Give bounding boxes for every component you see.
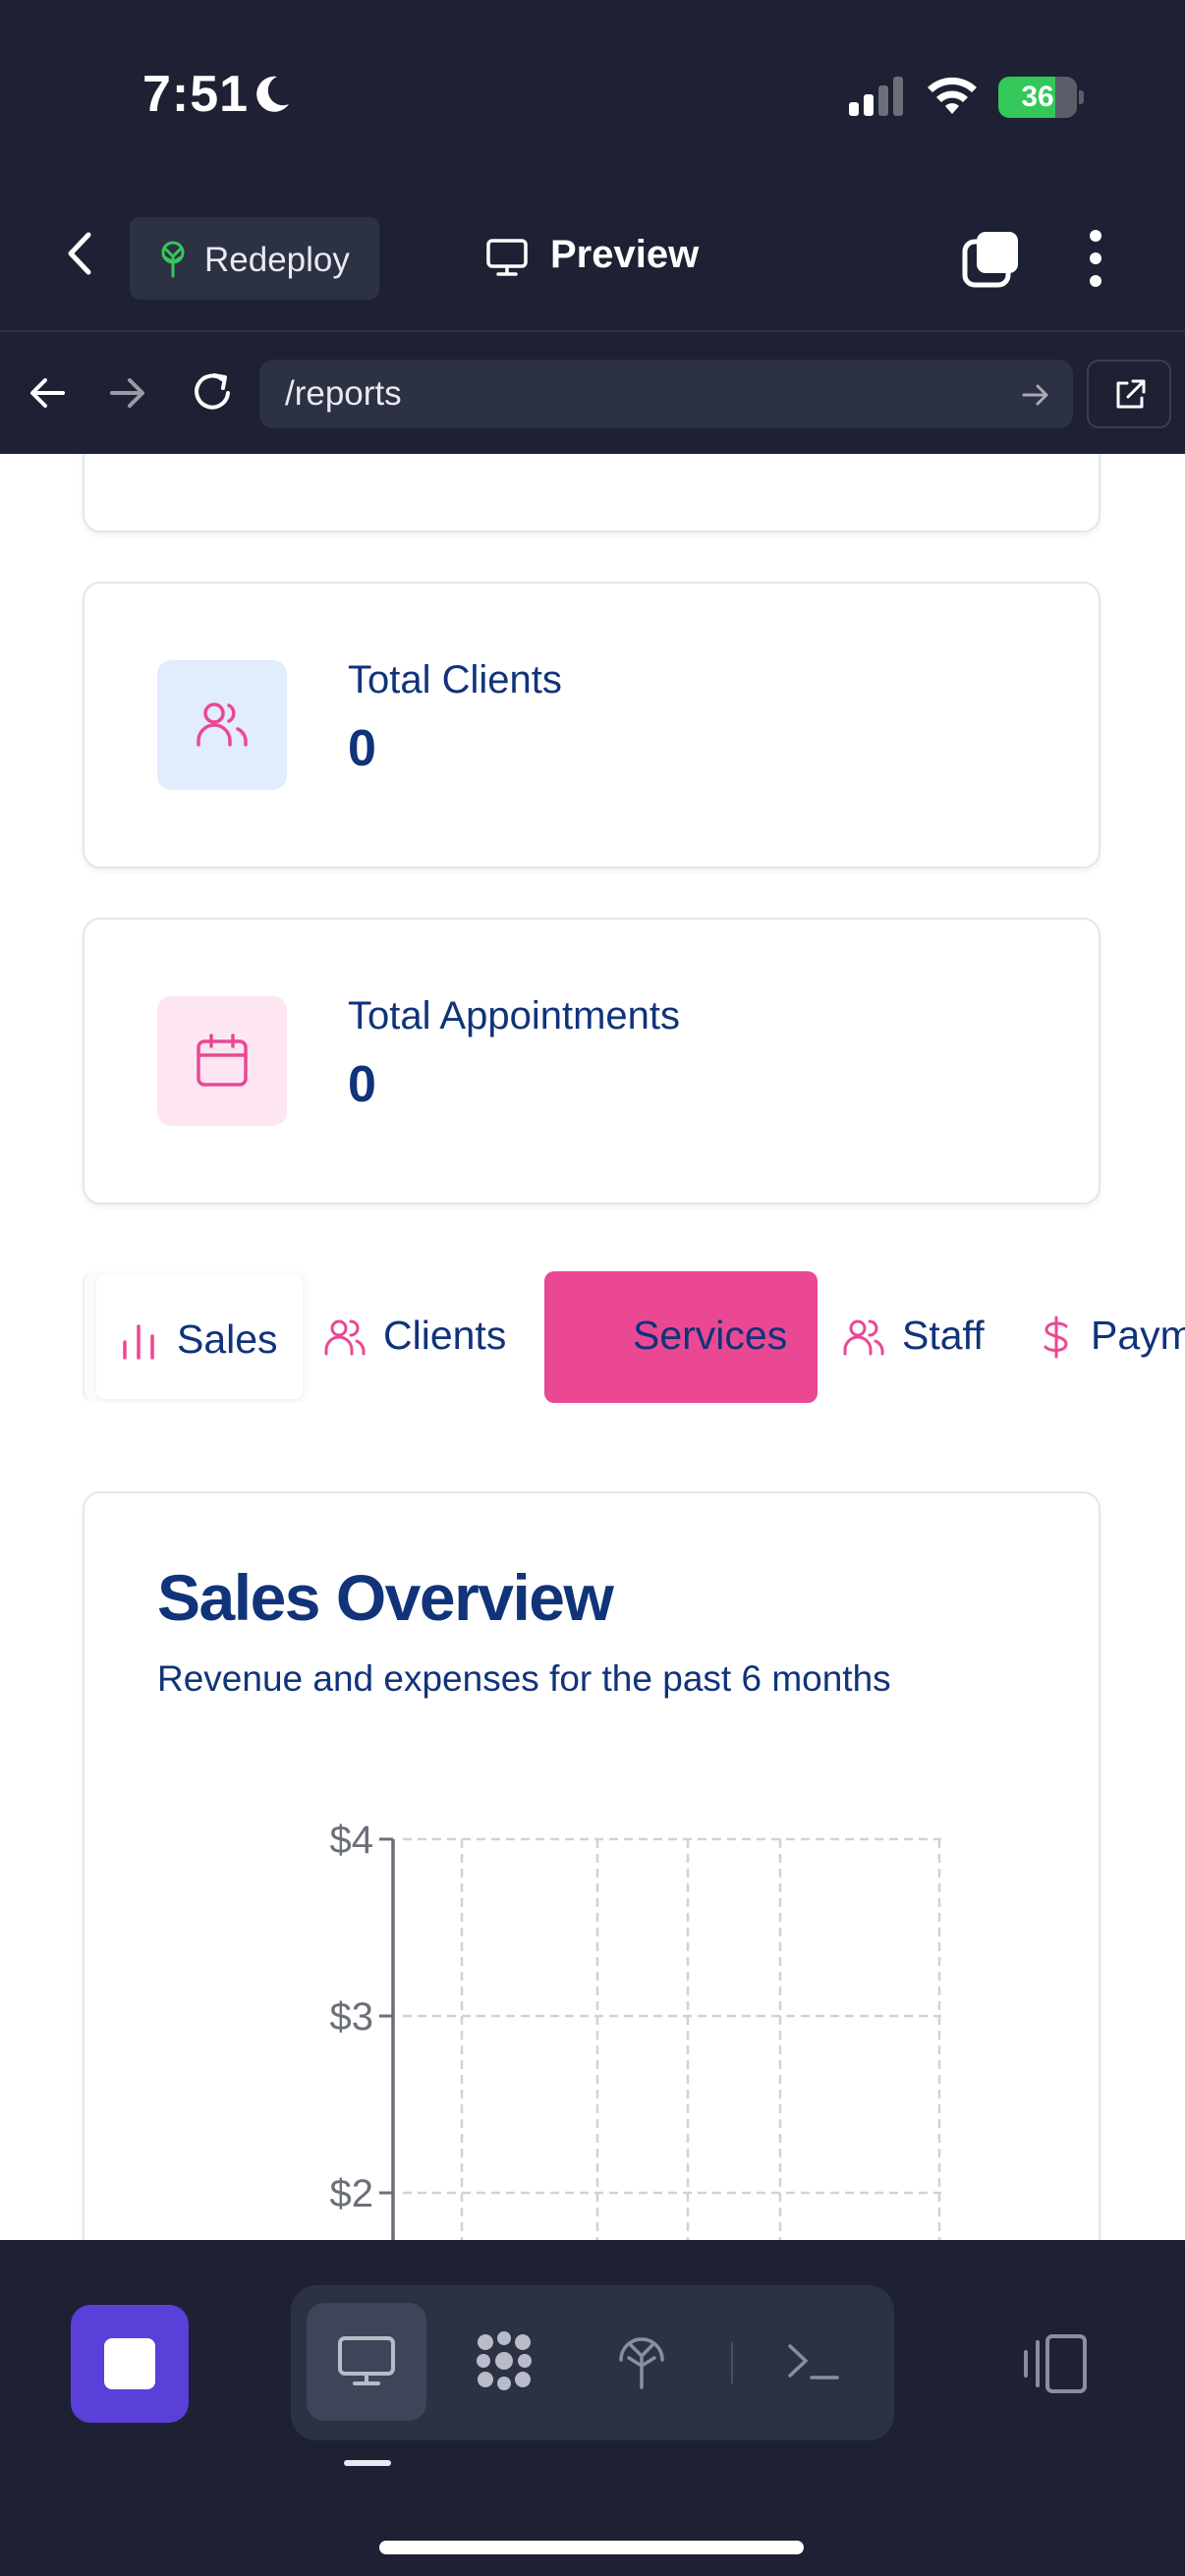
home-indicator bbox=[379, 2541, 804, 2554]
y-tick-label: $4 bbox=[330, 1819, 374, 1862]
status-bar: 7:51 36 bbox=[0, 0, 1185, 187]
dock-deploy-button[interactable] bbox=[582, 2303, 702, 2421]
status-time: 7:51 bbox=[142, 66, 250, 123]
tab-label: Services bbox=[633, 1313, 788, 1358]
dock-grid-button[interactable] bbox=[444, 2303, 564, 2421]
stat-card-partial bbox=[83, 454, 1100, 532]
report-tabs: Sales Clients Services Staff Paym bbox=[83, 1271, 1185, 1403]
preview-button[interactable]: Preview bbox=[481, 214, 727, 299]
tab-label: Payments bbox=[1091, 1313, 1185, 1358]
tabs-icon[interactable] bbox=[961, 228, 1022, 289]
stat-label: Total Clients bbox=[348, 658, 562, 701]
dollar-icon bbox=[1044, 1316, 1068, 1359]
users-icon bbox=[197, 702, 248, 747]
calendar-icon bbox=[197, 1034, 248, 1087]
sales-chart: $4 $3 $2 bbox=[330, 1819, 941, 2240]
battery-indicator: 36 bbox=[998, 77, 1084, 118]
tab-label: Sales bbox=[177, 1316, 278, 1362]
dock-desktop-button[interactable] bbox=[307, 2303, 426, 2421]
open-external-button[interactable] bbox=[1087, 360, 1171, 428]
stat-card-clients: Total Clients 0 bbox=[83, 582, 1100, 868]
stat-icon-box bbox=[157, 996, 287, 1126]
stop-icon bbox=[104, 2338, 155, 2389]
users-icon bbox=[843, 1319, 884, 1356]
bottom-dock bbox=[0, 2240, 1185, 2576]
url-path: /reports bbox=[285, 374, 402, 413]
deploy-icon bbox=[619, 2337, 664, 2389]
external-link-icon bbox=[1116, 379, 1146, 409]
tab-label: Staff bbox=[902, 1313, 985, 1358]
deploy-tree-icon bbox=[161, 241, 185, 278]
dock-divider bbox=[731, 2342, 733, 2383]
back-chevron-icon[interactable] bbox=[61, 229, 100, 278]
stop-button[interactable] bbox=[71, 2305, 189, 2423]
panel-layout-icon[interactable] bbox=[1018, 2332, 1089, 2395]
wifi-icon bbox=[928, 77, 977, 114]
tab-staff[interactable]: Staff bbox=[837, 1271, 1014, 1403]
sales-overview-card: Sales Overview Revenue and expenses for … bbox=[83, 1491, 1100, 2240]
tab-services[interactable]: Services bbox=[544, 1271, 818, 1403]
dock-terminal-button[interactable] bbox=[753, 2303, 873, 2421]
stat-card-appointments: Total Appointments 0 bbox=[83, 918, 1100, 1204]
stat-value: 0 bbox=[348, 1056, 376, 1113]
battery-level: 36 bbox=[1021, 81, 1054, 113]
active-indicator bbox=[344, 2460, 391, 2466]
moon-icon bbox=[256, 76, 289, 112]
stat-icon-box bbox=[157, 660, 287, 790]
y-tick-label: $3 bbox=[330, 1995, 374, 2039]
grid-icon bbox=[477, 2331, 532, 2390]
desktop-icon bbox=[338, 2336, 395, 2385]
cellular-signal-icon bbox=[849, 77, 903, 116]
dock-toolbar bbox=[291, 2285, 894, 2440]
terminal-icon bbox=[788, 2344, 839, 2380]
monitor-icon bbox=[486, 239, 528, 276]
stat-value: 0 bbox=[348, 720, 376, 777]
arrow-left-icon[interactable] bbox=[26, 371, 69, 415]
reports-page: Total Clients 0 Total Appointments 0 Sal… bbox=[0, 454, 1185, 2240]
arrow-right-icon[interactable] bbox=[106, 371, 149, 415]
reload-icon[interactable] bbox=[189, 367, 236, 417]
more-vertical-icon[interactable] bbox=[1081, 228, 1110, 289]
go-arrow-icon[interactable] bbox=[1020, 379, 1051, 411]
stat-label: Total Appointments bbox=[348, 994, 680, 1037]
app-header: Redeploy Preview bbox=[0, 187, 1185, 332]
y-tick-label: $2 bbox=[330, 2172, 374, 2215]
users-icon bbox=[324, 1319, 366, 1356]
preview-label: Preview bbox=[550, 233, 700, 276]
browser-url-bar: /reports bbox=[0, 334, 1185, 454]
url-input[interactable]: /reports bbox=[259, 360, 1073, 428]
tab-label: Clients bbox=[383, 1313, 507, 1358]
tab-payments[interactable]: Payments bbox=[1034, 1271, 1185, 1403]
redeploy-button[interactable]: Redeploy bbox=[130, 217, 379, 300]
bar-chart-icon bbox=[123, 1324, 154, 1360]
redeploy-label: Redeploy bbox=[204, 241, 350, 279]
tab-clients[interactable]: Clients bbox=[318, 1271, 525, 1403]
tab-sales[interactable]: Sales bbox=[83, 1271, 309, 1403]
